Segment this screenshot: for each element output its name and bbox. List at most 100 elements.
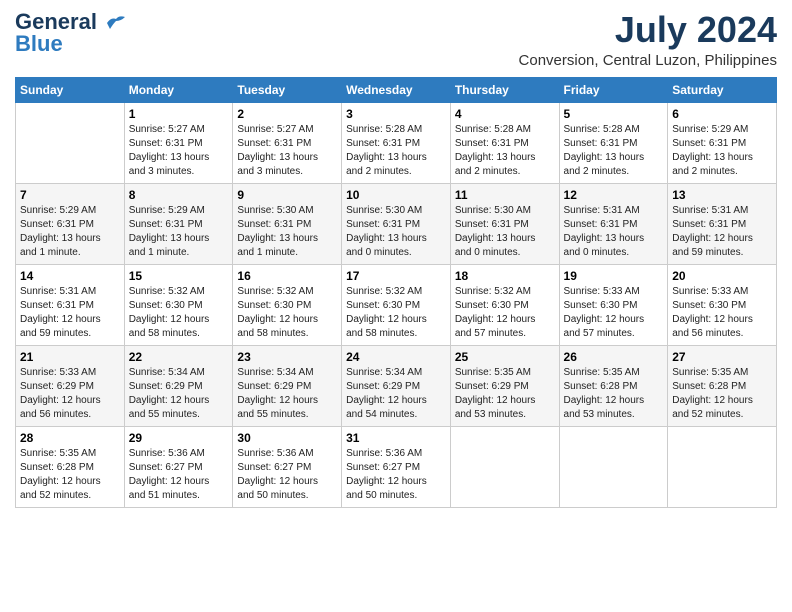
calendar-cell: 7 Sunrise: 5:29 AM Sunset: 6:31 PM Daylig… bbox=[16, 183, 125, 264]
calendar-cell: 27 Sunrise: 5:35 AM Sunset: 6:28 PM Dayli… bbox=[668, 345, 777, 426]
day-number: 22 bbox=[129, 350, 229, 364]
calendar-cell: 11 Sunrise: 5:30 AM Sunset: 6:31 PM Dayli… bbox=[450, 183, 559, 264]
day-info: Sunrise: 5:32 AM Sunset: 6:30 PM Dayligh… bbox=[346, 285, 446, 341]
calendar-cell: 13 Sunrise: 5:31 AM Sunset: 6:31 PM Dayli… bbox=[668, 183, 777, 264]
calendar-cell: 3Sunrise: 5:28 AM Sunset: 6:31 PM Daylig… bbox=[342, 102, 451, 183]
calendar-cell: 18Sunrise: 5:32 AM Sunset: 6:30 PM Dayli… bbox=[450, 264, 559, 345]
calendar-cell bbox=[16, 102, 125, 183]
day-info: Sunrise: 5:30 AM Sunset: 6:31 PM Dayligh… bbox=[455, 204, 555, 260]
day-number: 20 bbox=[672, 269, 772, 283]
calendar-cell: 9Sunrise: 5:30 AM Sunset: 6:31 PM Daylig… bbox=[233, 183, 342, 264]
day-info: Sunrise: 5:32 AM Sunset: 6:30 PM Dayligh… bbox=[129, 285, 229, 341]
day-info: Sunrise: 5:34 AM Sunset: 6:29 PM Dayligh… bbox=[346, 366, 446, 422]
day-info: Sunrise: 5:35 AM Sunset: 6:28 PM Dayligh… bbox=[672, 366, 772, 422]
calendar-cell: 30Sunrise: 5:36 AM Sunset: 6:27 PM Dayli… bbox=[233, 426, 342, 507]
day-number: 19 bbox=[564, 269, 664, 283]
day-number: 24 bbox=[346, 350, 446, 364]
calendar-cell: 28 Sunrise: 5:35 AM Sunset: 6:28 PM Dayli… bbox=[16, 426, 125, 507]
week-row-5: 28 Sunrise: 5:35 AM Sunset: 6:28 PM Dayli… bbox=[16, 426, 777, 507]
day-info: Sunrise: 5:28 AM Sunset: 6:31 PM Dayligh… bbox=[455, 123, 555, 179]
day-info: Sunrise: 5:36 AM Sunset: 6:27 PM Dayligh… bbox=[129, 447, 229, 503]
calendar-cell bbox=[559, 426, 668, 507]
day-info: Sunrise: 5:32 AM Sunset: 6:30 PM Dayligh… bbox=[237, 285, 337, 341]
calendar-header-row: SundayMondayTuesdayWednesdayThursdayFrid… bbox=[16, 77, 777, 102]
day-info: Sunrise: 5:28 AM Sunset: 6:31 PM Dayligh… bbox=[564, 123, 664, 179]
week-row-2: 7 Sunrise: 5:29 AM Sunset: 6:31 PM Daylig… bbox=[16, 183, 777, 264]
header-thursday: Thursday bbox=[450, 77, 559, 102]
day-number: 6 bbox=[672, 107, 772, 121]
calendar-cell: 6 Sunrise: 5:29 AM Sunset: 6:31 PM Daylig… bbox=[668, 102, 777, 183]
day-number: 31 bbox=[346, 431, 446, 445]
calendar-cell: 25Sunrise: 5:35 AM Sunset: 6:29 PM Dayli… bbox=[450, 345, 559, 426]
calendar-cell: 8 Sunrise: 5:29 AM Sunset: 6:31 PM Daylig… bbox=[124, 183, 233, 264]
day-number: 23 bbox=[237, 350, 337, 364]
day-number: 15 bbox=[129, 269, 229, 283]
day-number: 14 bbox=[20, 269, 120, 283]
day-number: 13 bbox=[672, 188, 772, 202]
calendar-cell: 22Sunrise: 5:34 AM Sunset: 6:29 PM Dayli… bbox=[124, 345, 233, 426]
day-info: Sunrise: 5:27 AM Sunset: 6:31 PM Dayligh… bbox=[129, 123, 229, 179]
header-sunday: Sunday bbox=[16, 77, 125, 102]
day-number: 1 bbox=[129, 107, 229, 121]
day-number: 27 bbox=[672, 350, 772, 364]
day-number: 2 bbox=[237, 107, 337, 121]
day-number: 21 bbox=[20, 350, 120, 364]
calendar-cell: 19 Sunrise: 5:33 AM Sunset: 6:30 PM Dayli… bbox=[559, 264, 668, 345]
calendar-cell: 1 Sunrise: 5:27 AM Sunset: 6:31 PM Daylig… bbox=[124, 102, 233, 183]
header-wednesday: Wednesday bbox=[342, 77, 451, 102]
day-number: 5 bbox=[564, 107, 664, 121]
header-friday: Friday bbox=[559, 77, 668, 102]
header-monday: Monday bbox=[124, 77, 233, 102]
calendar-cell: 5 Sunrise: 5:28 AM Sunset: 6:31 PM Daylig… bbox=[559, 102, 668, 183]
calendar-cell: 12 Sunrise: 5:31 AM Sunset: 6:31 PM Dayli… bbox=[559, 183, 668, 264]
calendar-cell: 15 Sunrise: 5:32 AM Sunset: 6:30 PM Dayli… bbox=[124, 264, 233, 345]
day-info: Sunrise: 5:35 AM Sunset: 6:28 PM Dayligh… bbox=[564, 366, 664, 422]
title-block: July 2024 Conversion, Central Luzon, Phi… bbox=[519, 10, 777, 69]
calendar-cell bbox=[668, 426, 777, 507]
calendar-cell: 23 Sunrise: 5:34 AM Sunset: 6:29 PM Dayli… bbox=[233, 345, 342, 426]
calendar-cell: 21Sunrise: 5:33 AM Sunset: 6:29 PM Dayli… bbox=[16, 345, 125, 426]
calendar-cell: 17 Sunrise: 5:32 AM Sunset: 6:30 PM Dayli… bbox=[342, 264, 451, 345]
day-number: 28 bbox=[20, 431, 120, 445]
day-number: 3 bbox=[346, 107, 446, 121]
day-number: 16 bbox=[237, 269, 337, 283]
day-number: 9 bbox=[237, 188, 337, 202]
day-number: 10 bbox=[346, 188, 446, 202]
header-saturday: Saturday bbox=[668, 77, 777, 102]
calendar-cell: 16 Sunrise: 5:32 AM Sunset: 6:30 PM Dayli… bbox=[233, 264, 342, 345]
day-info: Sunrise: 5:29 AM Sunset: 6:31 PM Dayligh… bbox=[672, 123, 772, 179]
calendar-cell: 10 Sunrise: 5:30 AM Sunset: 6:31 PM Dayli… bbox=[342, 183, 451, 264]
day-info: Sunrise: 5:36 AM Sunset: 6:27 PM Dayligh… bbox=[346, 447, 446, 503]
week-row-1: 1 Sunrise: 5:27 AM Sunset: 6:31 PM Daylig… bbox=[16, 102, 777, 183]
day-info: Sunrise: 5:31 AM Sunset: 6:31 PM Dayligh… bbox=[672, 204, 772, 260]
day-number: 30 bbox=[237, 431, 337, 445]
logo: General Blue bbox=[15, 10, 127, 56]
logo-bird-icon bbox=[105, 10, 127, 34]
calendar-cell: 4Sunrise: 5:28 AM Sunset: 6:31 PM Daylig… bbox=[450, 102, 559, 183]
day-info: Sunrise: 5:32 AM Sunset: 6:30 PM Dayligh… bbox=[455, 285, 555, 341]
calendar-cell: 14 Sunrise: 5:31 AM Sunset: 6:31 PM Dayli… bbox=[16, 264, 125, 345]
day-info: Sunrise: 5:27 AM Sunset: 6:31 PM Dayligh… bbox=[237, 123, 337, 179]
page-header: General Blue July 2024 Conversion, Centr… bbox=[15, 10, 777, 69]
day-info: Sunrise: 5:30 AM Sunset: 6:31 PM Dayligh… bbox=[346, 204, 446, 260]
calendar-cell: 2 Sunrise: 5:27 AM Sunset: 6:31 PM Daylig… bbox=[233, 102, 342, 183]
day-info: Sunrise: 5:29 AM Sunset: 6:31 PM Dayligh… bbox=[129, 204, 229, 260]
day-info: Sunrise: 5:35 AM Sunset: 6:29 PM Dayligh… bbox=[455, 366, 555, 422]
day-number: 17 bbox=[346, 269, 446, 283]
day-number: 8 bbox=[129, 188, 229, 202]
header-tuesday: Tuesday bbox=[233, 77, 342, 102]
calendar-table: SundayMondayTuesdayWednesdayThursdayFrid… bbox=[15, 77, 777, 508]
day-info: Sunrise: 5:29 AM Sunset: 6:31 PM Dayligh… bbox=[20, 204, 120, 260]
day-number: 11 bbox=[455, 188, 555, 202]
day-info: Sunrise: 5:33 AM Sunset: 6:30 PM Dayligh… bbox=[564, 285, 664, 341]
day-info: Sunrise: 5:31 AM Sunset: 6:31 PM Dayligh… bbox=[564, 204, 664, 260]
calendar-cell: 26Sunrise: 5:35 AM Sunset: 6:28 PM Dayli… bbox=[559, 345, 668, 426]
day-info: Sunrise: 5:34 AM Sunset: 6:29 PM Dayligh… bbox=[237, 366, 337, 422]
day-number: 7 bbox=[20, 188, 120, 202]
day-info: Sunrise: 5:31 AM Sunset: 6:31 PM Dayligh… bbox=[20, 285, 120, 341]
day-info: Sunrise: 5:33 AM Sunset: 6:30 PM Dayligh… bbox=[672, 285, 772, 341]
day-number: 12 bbox=[564, 188, 664, 202]
calendar-cell bbox=[450, 426, 559, 507]
day-info: Sunrise: 5:35 AM Sunset: 6:28 PM Dayligh… bbox=[20, 447, 120, 503]
month-year-title: July 2024 bbox=[519, 10, 777, 50]
